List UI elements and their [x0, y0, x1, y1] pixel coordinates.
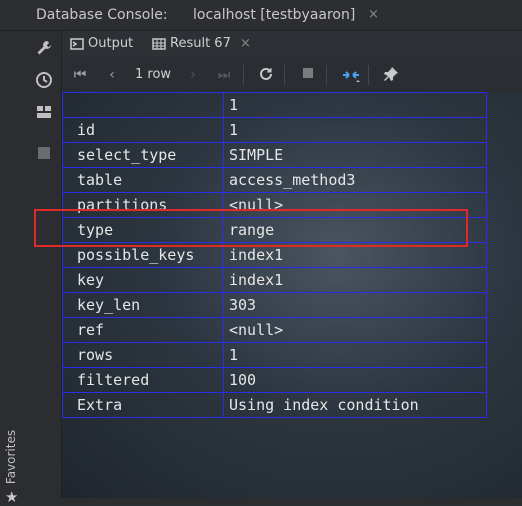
table-row[interactable]: select_type SIMPLE: [62, 142, 487, 168]
layout-toggle-icon[interactable]: [340, 66, 362, 84]
table-row[interactable]: Extra Using index condition: [62, 392, 487, 418]
field-name-cell[interactable]: id: [62, 117, 224, 143]
tab-result-label: Result 67: [170, 36, 231, 51]
tab-result[interactable]: Result 67 ×: [152, 35, 251, 55]
previous-page-icon[interactable]: ‹: [103, 66, 121, 84]
field-value-cell[interactable]: 100: [223, 367, 487, 393]
table-row[interactable]: key_len 303: [62, 292, 487, 318]
result-grid-area: 1 id 1 select_type SIMPLE table access_method…: [62, 92, 522, 498]
table-header-row: 1: [62, 92, 487, 118]
refresh-icon[interactable]: [257, 66, 275, 84]
stop-icon[interactable]: [34, 145, 54, 165]
toolbar-separator: [243, 65, 244, 85]
field-value-cell[interactable]: 303: [223, 292, 487, 318]
close-icon[interactable]: ×: [240, 36, 251, 51]
toolbar-separator: [368, 65, 369, 85]
field-value-cell[interactable]: Using index condition: [223, 392, 487, 418]
row-count: 1 row: [135, 67, 172, 82]
console-title: Database Console:: [36, 7, 168, 23]
field-value-cell[interactable]: access_method3: [223, 167, 487, 193]
console-tab[interactable]: localhost [testbyaaron]: [193, 7, 355, 23]
result-toolbar: ⏮ ‹ 1 row › ⏭: [62, 58, 522, 93]
close-icon[interactable]: ×: [368, 7, 379, 22]
table-row[interactable]: table access_method3: [62, 167, 487, 193]
column-header-cell[interactable]: 1: [223, 92, 487, 118]
left-tool-strip: Favorites ★: [0, 31, 62, 506]
table-row[interactable]: filtered 100: [62, 367, 487, 393]
window-tab-bar: Database Console: localhost [testbyaaron…: [0, 0, 522, 31]
field-name-cell[interactable]: rows: [62, 342, 224, 368]
table-row[interactable]: rows 1: [62, 342, 487, 368]
result-table: 1 id 1 select_type SIMPLE table access_method…: [62, 92, 487, 418]
field-name-cell[interactable]: key: [62, 267, 224, 293]
field-value-cell[interactable]: 1: [223, 342, 487, 368]
favorites-panel-tab[interactable]: Favorites ★: [4, 430, 20, 506]
last-page-icon[interactable]: ⏭: [215, 66, 233, 84]
favorites-label: Favorites: [4, 429, 19, 485]
pin-icon[interactable]: [382, 66, 400, 84]
first-page-icon[interactable]: ⏮: [71, 66, 89, 84]
output-icon: [70, 37, 84, 51]
toolbar-separator: [284, 65, 285, 85]
highlight-box: [34, 209, 468, 247]
field-value-cell[interactable]: SIMPLE: [223, 142, 487, 168]
tool-window-tabs: Output Result 67 ×: [62, 31, 522, 57]
field-name-cell[interactable]: table: [62, 167, 224, 193]
field-name-cell[interactable]: Extra: [62, 392, 224, 418]
field-value-cell[interactable]: index1: [223, 267, 487, 293]
row-header-cell: [62, 92, 224, 118]
tab-output-label: Output: [88, 36, 134, 51]
next-page-icon[interactable]: ›: [184, 66, 202, 84]
table-row[interactable]: ref <null>: [62, 317, 487, 343]
layout-icon[interactable]: [34, 103, 54, 123]
field-name-cell[interactable]: filtered: [62, 367, 224, 393]
toolbar-separator: [326, 65, 327, 85]
stop-query-icon[interactable]: [299, 66, 317, 84]
table-row[interactable]: key index1: [62, 267, 487, 293]
tab-output[interactable]: Output: [70, 35, 133, 55]
field-name-cell[interactable]: ref: [62, 317, 224, 343]
field-value-cell[interactable]: <null>: [223, 317, 487, 343]
field-name-cell[interactable]: key_len: [62, 292, 224, 318]
table-row[interactable]: id 1: [62, 117, 487, 143]
wrench-icon[interactable]: [34, 39, 54, 59]
star-icon: ★: [5, 488, 19, 506]
clock-icon[interactable]: [34, 71, 54, 91]
table-icon: [152, 37, 166, 51]
field-value-cell[interactable]: 1: [223, 117, 487, 143]
field-name-cell[interactable]: select_type: [62, 142, 224, 168]
